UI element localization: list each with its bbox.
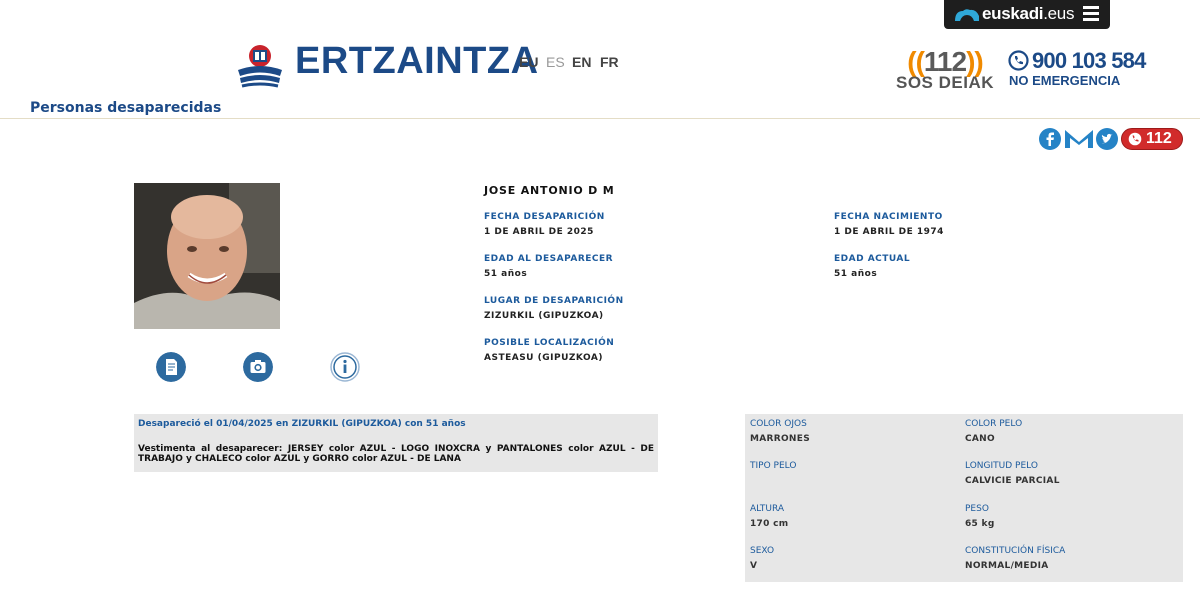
non-emergency-phone[interactable]: 900 103 584 [1032,48,1146,74]
header-divider [0,118,1200,119]
lang-en[interactable]: EN [572,54,591,70]
facebook-icon[interactable] [1039,128,1061,150]
lang-es[interactable]: ES [546,54,565,70]
phone-112-icon [1128,132,1142,146]
field-value-posible-localizacion: ASTEASU (GIPUZKOA) [484,353,603,363]
disappearance-summary: Desapareció el 01/04/2025 en ZIZURKIL (G… [134,414,658,472]
phys-label-constitucion: CONSTITUCIÓN FÍSICA [965,546,1066,556]
pdf-document-icon[interactable] [156,352,186,382]
person-photo [134,183,280,329]
field-label-fecha-nacimiento: FECHA NACIMIENTO [834,212,943,222]
field-value-fecha-nacimiento: 1 DE ABRIL DE 1974 [834,227,944,237]
phys-value-peso: 65 kg [965,519,995,529]
field-label-edad-desaparecer: EDAD AL DESAPARECER [484,254,614,264]
phys-value-constitucion: NORMAL/MEDIA [965,561,1049,571]
section-title[interactable]: Personas desaparecidas [30,100,221,116]
field-value-edad-desaparecer: 51 años [484,269,528,279]
sos-112-logo[interactable]: ((112)) SOS DEIAK [890,46,1000,92]
ertzaintza-logo-text[interactable]: ERTZAINTZA [295,40,539,83]
call-112-button[interactable]: 112 [1121,128,1183,150]
field-label-posible-localizacion: POSIBLE LOCALIZACIÓN [484,338,615,348]
phys-label-peso: PESO [965,504,989,514]
euskadi-cloud-icon [955,9,979,21]
summary-title: Desapareció el 01/04/2025 en ZIZURKIL (G… [138,419,466,429]
field-value-lugar-desaparicion: ZIZURKIL (GIPUZKOA) [484,311,604,321]
phys-label-color-ojos: COLOR OJOS [750,419,807,429]
physical-description: COLOR OJOS MARRONES COLOR PELO CANO TIPO… [745,414,1183,582]
phys-label-tipo-pelo: TIPO PELO [750,461,797,471]
euskadi-logo-text[interactable]: euskadi.eus [982,4,1074,24]
field-value-edad-actual: 51 años [834,269,878,279]
summary-clothing: Vestimenta al desaparecer: JERSEY color … [138,444,654,464]
phys-value-sexo: V [750,561,758,571]
field-value-fecha-desaparicion: 1 DE ABRIL DE 2025 [484,227,594,237]
phys-label-longitud-pelo: LONGITUD PELO [965,461,1038,471]
field-label-edad-actual: EDAD ACTUAL [834,254,911,264]
person-name: JOSE ANTONIO D M [484,184,615,197]
non-emergency-label: NO EMERGENCIA [1009,73,1121,88]
camera-icon[interactable] [243,352,273,382]
phys-value-color-pelo: CANO [965,434,995,444]
ertzaintza-emblem-icon[interactable] [234,42,286,90]
field-label-fecha-desaparicion: FECHA DESAPARICIÓN [484,212,605,222]
phys-label-color-pelo: COLOR PELO [965,419,1023,429]
phys-value-color-ojos: MARRONES [750,434,810,444]
phys-label-altura: ALTURA [750,504,785,514]
info-icon[interactable] [330,352,360,382]
phone-icon [1008,50,1029,71]
lang-fr[interactable]: FR [600,54,619,70]
euskadi-bar: euskadi.eus [944,0,1110,29]
lang-eu[interactable]: EU [519,54,538,70]
phys-value-altura: 170 cm [750,519,789,529]
field-label-lugar-desaparicion: LUGAR DE DESAPARICIÓN [484,296,624,306]
phys-value-longitud-pelo: CALVICIE PARCIAL [965,476,1060,486]
phys-label-sexo: SEXO [750,546,775,556]
twitter-icon[interactable] [1096,128,1118,150]
sos-deiak-label: SOS DEIAK [895,73,995,92]
email-icon[interactable] [1064,128,1094,150]
menu-icon[interactable] [1083,6,1099,22]
